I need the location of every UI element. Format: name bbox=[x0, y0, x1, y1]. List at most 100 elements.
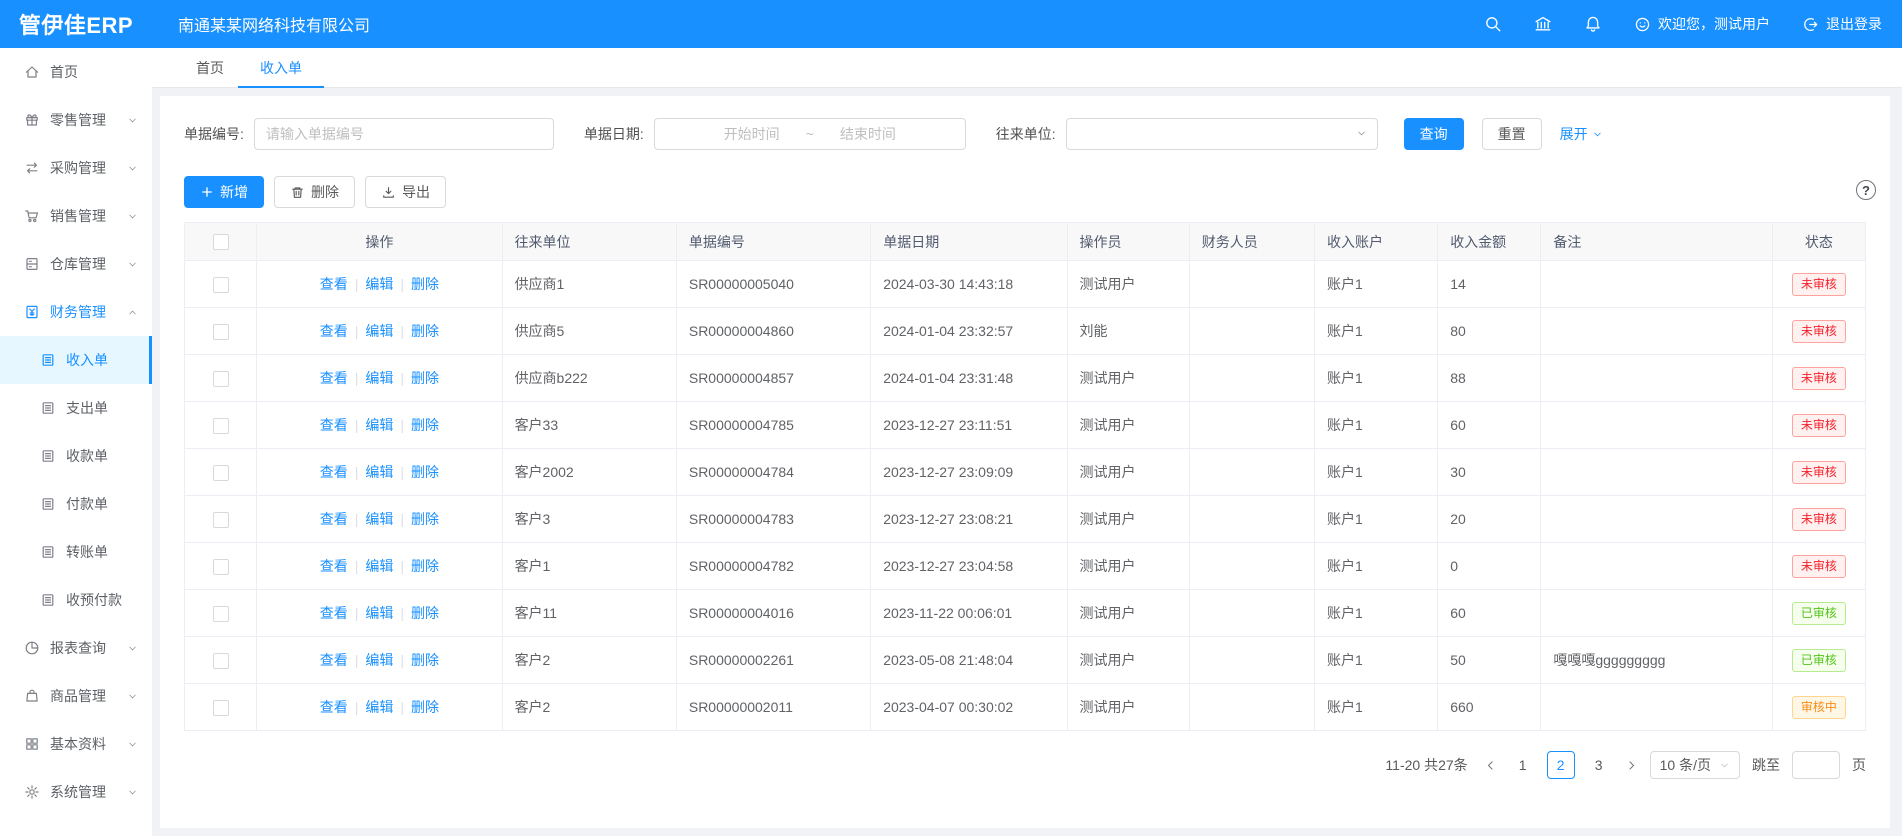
date-range-picker[interactable]: 开始时间 ~ 结束时间 bbox=[654, 118, 966, 150]
export-button[interactable]: 导出 bbox=[365, 176, 446, 208]
delete-link[interactable]: 删除 bbox=[411, 323, 439, 339]
cell-finance-staff bbox=[1189, 308, 1314, 355]
delete-link[interactable]: 删除 bbox=[411, 511, 439, 527]
sidebar-item-warehouse[interactable]: 仓库管理 bbox=[0, 240, 152, 288]
view-link[interactable]: 查看 bbox=[320, 417, 348, 433]
row-checkbox[interactable] bbox=[213, 324, 229, 340]
delete-link[interactable]: 删除 bbox=[411, 276, 439, 292]
jump-page-input[interactable] bbox=[1792, 751, 1840, 779]
sidebar-item-basic[interactable]: 基本资料 bbox=[0, 720, 152, 768]
edit-link[interactable]: 编辑 bbox=[365, 417, 393, 433]
cell-date: 2023-12-27 23:04:58 bbox=[871, 543, 1067, 590]
sidebar-item-finance[interactable]: 财务管理 bbox=[0, 288, 152, 336]
edit-link[interactable]: 编辑 bbox=[365, 323, 393, 339]
page-button-3[interactable]: 3 bbox=[1585, 751, 1613, 779]
row-checkbox[interactable] bbox=[213, 371, 229, 387]
edit-link[interactable]: 编辑 bbox=[365, 370, 393, 386]
table-row: 查看|编辑|删除客户3SR000000047832023-12-27 23:08… bbox=[185, 496, 1866, 543]
sidebar-item-retail[interactable]: 零售管理 bbox=[0, 96, 152, 144]
action-separator: | bbox=[355, 323, 359, 339]
delete-link[interactable]: 删除 bbox=[411, 699, 439, 715]
row-checkbox[interactable] bbox=[213, 465, 229, 481]
edit-link[interactable]: 编辑 bbox=[365, 464, 393, 480]
row-checkbox[interactable] bbox=[213, 418, 229, 434]
delete-link[interactable]: 删除 bbox=[411, 652, 439, 668]
partner-select[interactable] bbox=[1066, 118, 1378, 150]
action-separator: | bbox=[400, 323, 404, 339]
cell-partner: 客户33 bbox=[502, 402, 676, 449]
edit-link[interactable]: 编辑 bbox=[365, 558, 393, 574]
row-checkbox[interactable] bbox=[213, 606, 229, 622]
pagination: 11-20 共27条 123 10 条/页 跳至 页 bbox=[184, 751, 1866, 779]
view-link[interactable]: 查看 bbox=[320, 276, 348, 292]
select-all-checkbox[interactable] bbox=[213, 234, 229, 250]
help-icon[interactable]: ? bbox=[1856, 180, 1876, 200]
sidebar-item-system[interactable]: 系统管理 bbox=[0, 768, 152, 816]
view-link[interactable]: 查看 bbox=[320, 370, 348, 386]
prev-page-button[interactable] bbox=[1484, 759, 1497, 772]
plus-icon bbox=[200, 185, 214, 199]
view-link[interactable]: 查看 bbox=[320, 558, 348, 574]
edit-link[interactable]: 编辑 bbox=[365, 276, 393, 292]
bank-icon[interactable] bbox=[1534, 15, 1552, 33]
cell-finance-staff bbox=[1189, 684, 1314, 731]
edit-link[interactable]: 编辑 bbox=[365, 511, 393, 527]
view-link[interactable]: 查看 bbox=[320, 323, 348, 339]
row-checkbox[interactable] bbox=[213, 277, 229, 293]
add-button[interactable]: 新增 bbox=[184, 176, 264, 208]
sidebar-item-reports[interactable]: 报表查询 bbox=[0, 624, 152, 672]
sidebar-item-sales[interactable]: 销售管理 bbox=[0, 192, 152, 240]
view-link[interactable]: 查看 bbox=[320, 605, 348, 621]
action-separator: | bbox=[355, 417, 359, 433]
page-size-select[interactable]: 10 条/页 bbox=[1650, 751, 1740, 779]
delete-button[interactable]: 删除 bbox=[274, 176, 355, 208]
page-button-2[interactable]: 2 bbox=[1547, 751, 1575, 779]
tab-income[interactable]: 收入单 bbox=[260, 48, 302, 87]
edit-link[interactable]: 编辑 bbox=[365, 605, 393, 621]
sidebar-item-home[interactable]: 首页 bbox=[0, 48, 152, 96]
search-icon[interactable] bbox=[1484, 15, 1502, 33]
user-welcome[interactable]: 欢迎您，测试用户 bbox=[1634, 14, 1770, 34]
sidebar-subitem-expense[interactable]: 支出单 bbox=[0, 384, 152, 432]
search-button[interactable]: 查询 bbox=[1404, 118, 1464, 150]
sidebar-subitem-income[interactable]: 收入单 bbox=[0, 336, 152, 384]
table-row: 查看|编辑|删除客户1SR000000047822023-12-27 23:04… bbox=[185, 543, 1866, 590]
sidebar-subitem-label: 收预付款 bbox=[66, 590, 138, 610]
sidebar-subitem-transfer[interactable]: 转账单 bbox=[0, 528, 152, 576]
expand-link[interactable]: 展开 bbox=[1560, 124, 1603, 144]
row-checkbox[interactable] bbox=[213, 512, 229, 528]
reset-button[interactable]: 重置 bbox=[1482, 118, 1542, 150]
view-link[interactable]: 查看 bbox=[320, 699, 348, 715]
view-link[interactable]: 查看 bbox=[320, 511, 348, 527]
sidebar-subitem-prepaid[interactable]: 收预付款 bbox=[0, 576, 152, 624]
delete-link[interactable]: 删除 bbox=[411, 464, 439, 480]
logout-button[interactable]: 退出登录 bbox=[1802, 14, 1882, 34]
delete-link[interactable]: 删除 bbox=[411, 605, 439, 621]
view-link[interactable]: 查看 bbox=[320, 464, 348, 480]
doc-icon bbox=[40, 496, 56, 512]
delete-link[interactable]: 删除 bbox=[411, 558, 439, 574]
tab-home[interactable]: 首页 bbox=[196, 48, 224, 87]
sidebar-subitem-receipt[interactable]: 收款单 bbox=[0, 432, 152, 480]
page-button-1[interactable]: 1 bbox=[1509, 751, 1537, 779]
column-header: 状态 bbox=[1772, 223, 1865, 261]
cell-operator: 测试用户 bbox=[1067, 449, 1189, 496]
view-link[interactable]: 查看 bbox=[320, 652, 348, 668]
bell-icon[interactable] bbox=[1584, 15, 1602, 33]
sidebar-item-goods[interactable]: 商品管理 bbox=[0, 672, 152, 720]
delete-link[interactable]: 删除 bbox=[411, 370, 439, 386]
sidebar-subitem-payment[interactable]: 付款单 bbox=[0, 480, 152, 528]
cell-partner: 客户2002 bbox=[502, 449, 676, 496]
delete-link[interactable]: 删除 bbox=[411, 417, 439, 433]
row-checkbox[interactable] bbox=[213, 653, 229, 669]
edit-link[interactable]: 编辑 bbox=[365, 652, 393, 668]
bill-no-input[interactable] bbox=[254, 118, 554, 150]
action-separator: | bbox=[400, 370, 404, 386]
next-page-button[interactable] bbox=[1625, 759, 1638, 772]
row-checkbox[interactable] bbox=[213, 559, 229, 575]
edit-link[interactable]: 编辑 bbox=[365, 699, 393, 715]
doc-icon bbox=[40, 400, 56, 416]
sidebar-item-purchase[interactable]: 采购管理 bbox=[0, 144, 152, 192]
cell-partner: 供应商5 bbox=[502, 308, 676, 355]
row-checkbox[interactable] bbox=[213, 700, 229, 716]
